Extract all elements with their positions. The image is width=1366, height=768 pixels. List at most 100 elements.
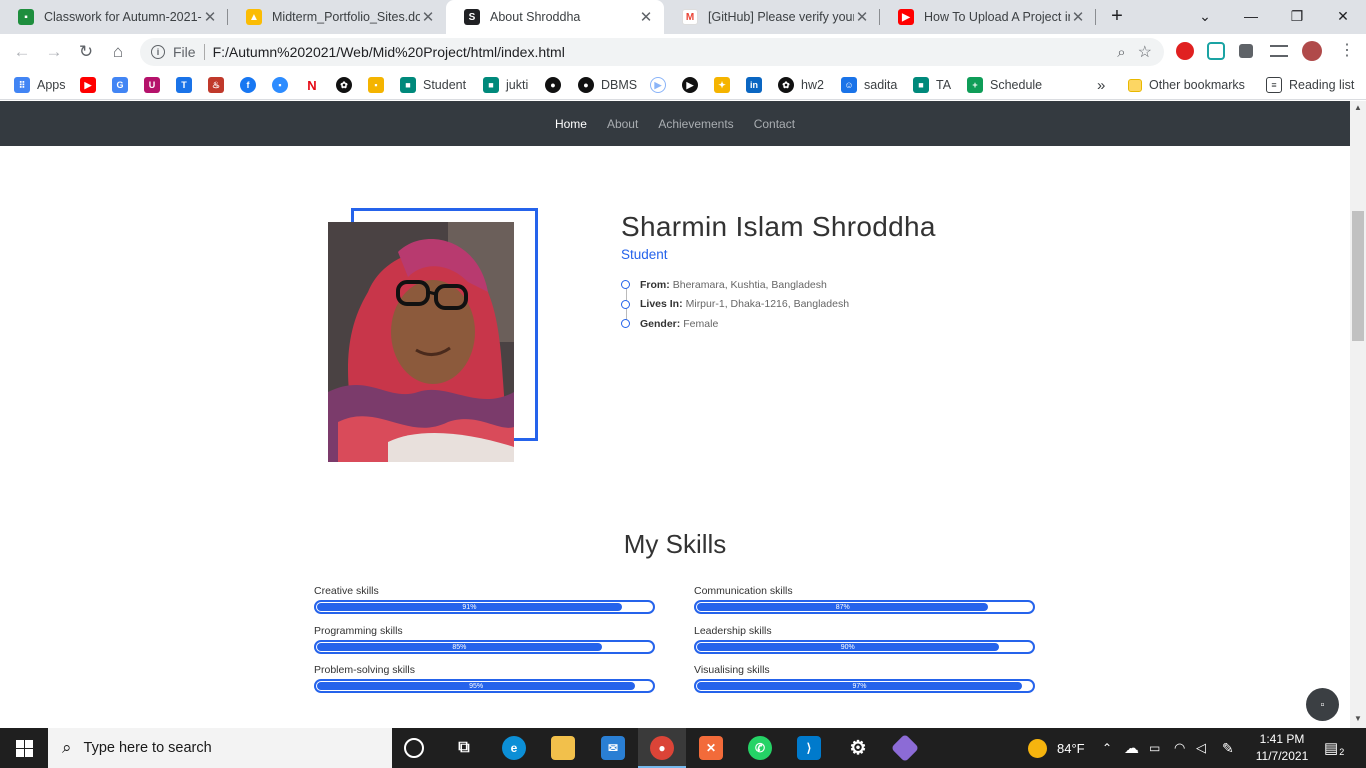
cortana-icon[interactable] [404, 738, 424, 758]
action-center-button[interactable]: ▤ 2 [1324, 728, 1344, 768]
tab-separator [1095, 9, 1096, 25]
task-view-icon[interactable]: ⧉ [452, 736, 476, 760]
notion-ext-icon[interactable] [1207, 42, 1225, 60]
bookmark-translate[interactable]: G [112, 76, 135, 94]
tab-youtube[interactable]: ▶ How To Upload A Project in G ✕ [880, 0, 1096, 34]
start-button[interactable] [0, 728, 48, 768]
info-icon[interactable]: i [151, 45, 165, 59]
extensions-puzzle-icon[interactable] [1239, 44, 1253, 58]
file-explorer-icon[interactable] [551, 736, 575, 760]
bookmark-label: Student [423, 78, 467, 92]
nav-home[interactable]: Home [555, 117, 587, 131]
bookmarks-overflow-button[interactable]: » [1097, 76, 1105, 94]
profile-avatar[interactable] [1302, 41, 1322, 61]
taskbar-search[interactable]: ⌕ Type here to search [48, 728, 392, 768]
bookmarks-bar: ⠿ Apps ▶ G U T ♨ f ▪ N ✿ ▪ ■ Student ■ jukt… [0, 70, 1366, 100]
skill-percent: 87% [835, 603, 850, 611]
skill-label: Programming skills [314, 625, 403, 637]
tab-classroom[interactable]: ▪ Classwork for Autumn-2021- ✕ [0, 0, 228, 34]
gmail-icon: M [682, 9, 698, 25]
tab-drive-doc[interactable]: ▲ Midterm_Portfolio_Sites.docx ✕ [228, 0, 446, 34]
bookmark-facebook[interactable]: f [240, 76, 263, 94]
close-icon[interactable]: ✕ [638, 8, 654, 26]
bookmark-dbms[interactable]: ● DBMS [578, 76, 637, 94]
system-clock[interactable]: 1:41 PM 11/7/2021 [1244, 731, 1320, 765]
bookmark-circle-play[interactable]: ▶ [650, 76, 673, 94]
bookmark-hw2[interactable]: ✿ hw2 [778, 76, 824, 94]
onedrive-cloud-icon[interactable]: ☁ [1124, 728, 1139, 768]
close-icon[interactable]: ✕ [420, 8, 436, 26]
scroll-top-button[interactable]: ▫ [1306, 688, 1339, 721]
close-icon[interactable]: ✕ [202, 8, 218, 26]
new-tab-button[interactable]: + [1097, 0, 1137, 32]
browser-menu-icon[interactable]: ⋮ [1338, 42, 1356, 60]
opera-ext-icon[interactable] [1176, 42, 1194, 60]
nav-achievements[interactable]: Achievements [658, 117, 733, 131]
skill-progress-fill: 85% [317, 643, 602, 651]
vscode-icon[interactable]: ⟩ [797, 736, 821, 760]
bookmark-sadita[interactable]: ☺ sadita [841, 76, 897, 94]
bookmark-linkedin[interactable]: in [746, 76, 769, 94]
detail-lives-in: Lives In: Mirpur-1, Dhaka-1216, Banglade… [621, 295, 849, 315]
scroll-down-arrow-icon[interactable]: ▼ [1350, 714, 1366, 723]
battery-icon[interactable]: ▭ [1149, 728, 1160, 768]
close-icon[interactable]: ✕ [854, 8, 870, 26]
xampp-icon[interactable]: ✕ [699, 736, 723, 760]
close-icon[interactable]: ✕ [1070, 8, 1086, 26]
minimize-button[interactable]: — [1228, 0, 1274, 32]
edge-icon[interactable]: e [502, 736, 526, 760]
nav-contact[interactable]: Contact [754, 117, 795, 131]
forward-icon[interactable]: → [42, 40, 66, 64]
tab-search-button[interactable]: ⌄ [1182, 0, 1228, 32]
close-window-button[interactable]: ✕ [1320, 0, 1366, 32]
mail-icon[interactable]: ✉ [601, 736, 625, 760]
wifi-icon[interactable]: ◠ [1174, 728, 1185, 768]
bookmark-schedule[interactable]: + Schedule [967, 76, 1042, 94]
bookmark-netflix[interactable]: N [304, 76, 327, 94]
volume-icon[interactable]: ◁ [1196, 728, 1206, 768]
bookmark-github[interactable]: ● [545, 76, 568, 94]
skills-heading: My Skills [623, 529, 727, 559]
bookmark-puzzle[interactable]: ✦ [714, 76, 737, 94]
bookmark-ta[interactable]: ■ TA [913, 76, 951, 94]
bookmark-openai[interactable]: ✿ [336, 76, 359, 94]
url-scheme: File [173, 44, 196, 60]
detail-value: Bheramara, Kushtia, Bangladesh [672, 278, 827, 291]
home-icon[interactable]: ⌂ [106, 40, 130, 64]
scroll-up-arrow-icon[interactable]: ▲ [1350, 103, 1366, 112]
git-kraken-icon[interactable] [890, 733, 920, 763]
bookmark-typing[interactable]: T [176, 76, 199, 94]
chrome-icon[interactable]: ● [650, 736, 674, 760]
page-scrollbar[interactable]: ▲ ▼ [1350, 101, 1366, 728]
bookmark-apps[interactable]: ⠿ Apps [14, 76, 66, 94]
url-text[interactable]: F:/Autumn%202021/Web/Mid%20Project/html/… [213, 44, 565, 60]
back-icon[interactable]: ← [10, 40, 34, 64]
bookmark-play[interactable]: ▶ [682, 76, 705, 94]
media-control-icon[interactable] [1270, 45, 1288, 57]
nav-about[interactable]: About [607, 117, 638, 131]
tab-about-shroddha[interactable]: S About Shroddha ✕ [446, 0, 664, 34]
weather-widget[interactable]: 84°F [1028, 728, 1085, 768]
pen-icon[interactable]: ✎ [1222, 728, 1234, 768]
bookmark-jukti[interactable]: ■ jukti [483, 76, 528, 94]
bookmark-drive[interactable]: ▪ [368, 76, 391, 94]
bookmark-zoom[interactable]: ▪ [272, 76, 295, 94]
bookmark-label: TA [936, 78, 952, 92]
search-placeholder: Type here to search [83, 740, 212, 756]
bookmark-student[interactable]: ■ Student [400, 76, 466, 94]
other-bookmarks-folder[interactable]: Other bookmarks [1128, 76, 1245, 94]
bookmark-uva[interactable]: U [144, 76, 167, 94]
zoom-search-icon[interactable]: ⌕ [1117, 44, 1125, 61]
address-bar[interactable]: i File F:/Autumn%202021/Web/Mid%20Projec… [140, 38, 1164, 66]
bookmark-star-icon[interactable]: ☆ [1138, 42, 1152, 62]
whatsapp-icon[interactable]: ✆ [748, 736, 772, 760]
reading-list-button[interactable]: ≡ Reading list [1266, 76, 1354, 94]
scrollbar-thumb[interactable] [1352, 211, 1364, 341]
reload-icon[interactable]: ↻ [74, 40, 98, 64]
tab-gmail[interactable]: M [GitHub] Please verify your d ✕ [664, 0, 880, 34]
tray-chevron-icon[interactable]: ⌃ [1102, 728, 1112, 768]
maximize-button[interactable]: ❐ [1274, 0, 1320, 32]
bookmark-youtube[interactable]: ▶ [80, 76, 103, 94]
bookmark-chef[interactable]: ♨ [208, 76, 231, 94]
settings-gear-icon[interactable]: ⚙ [846, 736, 870, 760]
